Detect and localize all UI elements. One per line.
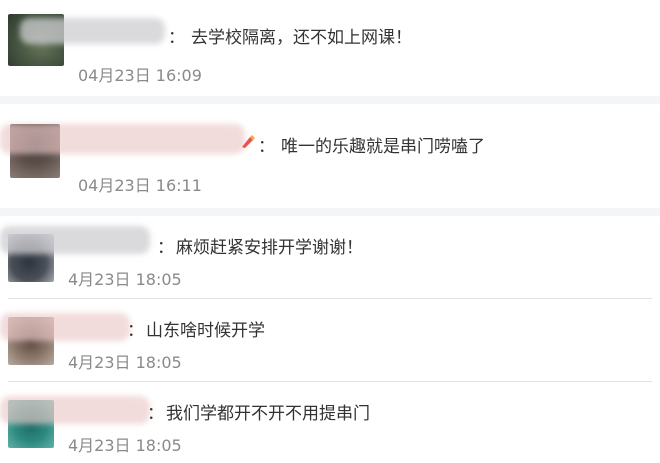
comment-text: ： 唯一的乐趣就是串门唠嗑了 [258, 132, 485, 157]
blurred-username[interactable] [0, 313, 130, 341]
comment-separator: ： [168, 28, 185, 48]
comment-time: 04月23日 16:11 [78, 176, 202, 195]
comment-time: 4月23日 18:05 [68, 270, 182, 289]
blurred-username[interactable] [20, 18, 165, 44]
comment-separator: ： [157, 238, 174, 258]
comment-body: 唯一的乐趣就是串门唠嗑了 [281, 137, 485, 157]
comment-text: ： 去学校隔离，还不如上网课！ [168, 23, 412, 48]
comment-text: ：我们学都开不开不用提串门 [147, 399, 370, 424]
blurred-username[interactable] [0, 396, 150, 424]
comment-time: 4月23日 18:05 [68, 436, 182, 455]
comment-list-card: ：麻烦赶紧安排开学谢谢！ 4月23日 18:05 ：山东啥时候开学 4月23日 … [0, 216, 660, 463]
comment-item: ：山东啥时候开学 4月23日 18:05 [0, 299, 660, 381]
comment-body: 去学校隔离，还不如上网课！ [191, 28, 412, 48]
comment-separator: ： [258, 137, 275, 157]
comment-item: ：麻烦赶紧安排开学谢谢！ 4月23日 18:05 [0, 216, 660, 298]
comment-body: 山东啥时候开学 [146, 321, 265, 341]
comment-separator: ： [147, 404, 164, 424]
comment-body: 我们学都开不开不用提串门 [166, 404, 370, 424]
comment-card: ： 唯一的乐趣就是串门唠嗑了 04月23日 16:11 [0, 104, 660, 208]
pen-badge-icon [242, 135, 255, 148]
comment-time: 4月23日 18:05 [68, 353, 182, 372]
blurred-username[interactable] [0, 124, 245, 154]
comment-text: ：麻烦赶紧安排开学谢谢！ [157, 233, 363, 258]
comment-body: 麻烦赶紧安排开学谢谢！ [176, 238, 363, 258]
comment-time: 04月23日 16:09 [78, 66, 202, 85]
comment-item: ：我们学都开不开不用提串门 4月23日 18:05 [0, 382, 660, 463]
comment-text: ：山东啥时候开学 [127, 316, 265, 341]
comment-separator: ： [127, 321, 144, 341]
blurred-username[interactable] [0, 226, 150, 254]
comment-card: ： 去学校隔离，还不如上网课！ 04月23日 16:09 [0, 0, 660, 96]
